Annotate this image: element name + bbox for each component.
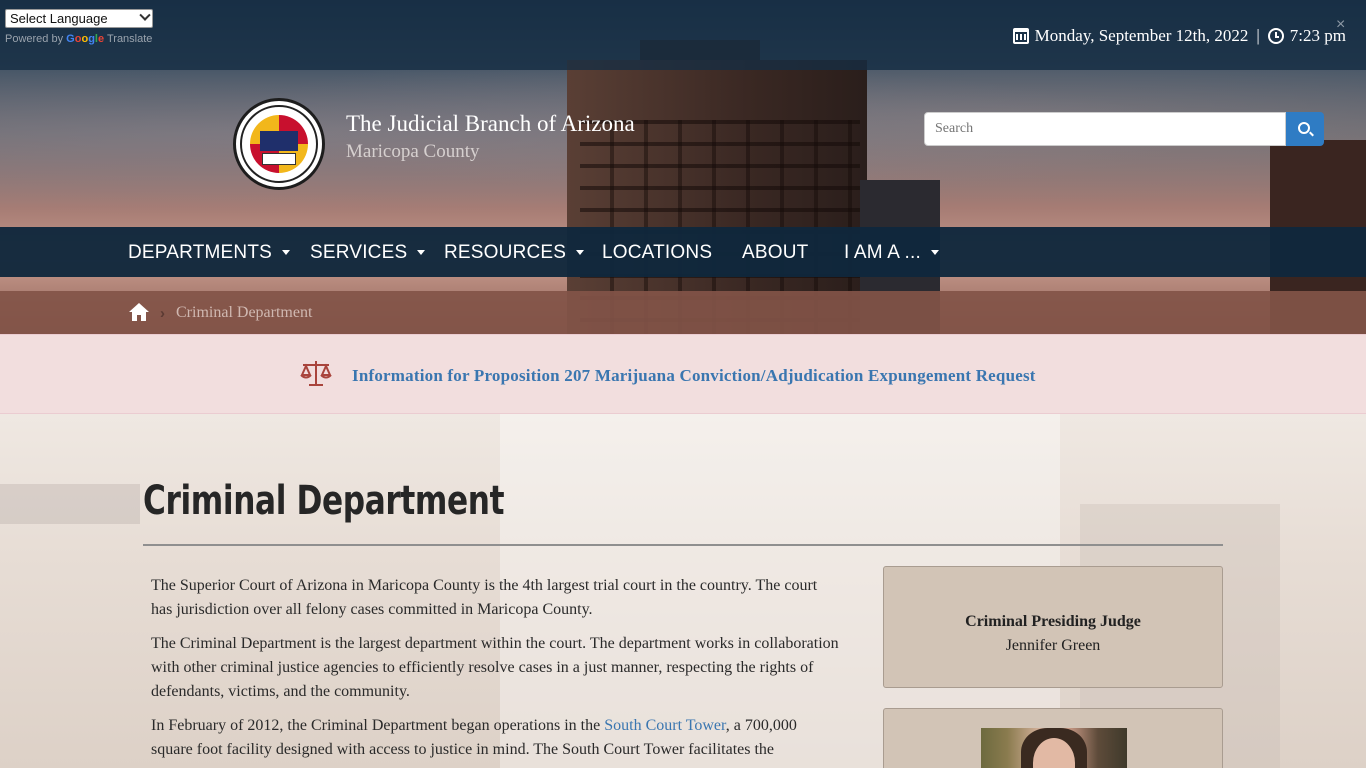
presiding-judge-card: Criminal Presiding Judge Jennifer Green [883,566,1223,688]
nav-i-am-a[interactable]: I AM A ... [844,242,939,264]
scales-icon [300,361,332,386]
breadcrumb: › Criminal Department [0,291,1366,334]
site-title[interactable]: The Judicial Branch of Arizona [346,111,635,137]
title-divider [143,544,1223,546]
caret-down-icon [282,250,291,256]
search-button[interactable] [1286,112,1324,146]
caret-down-icon [417,250,426,256]
caret-down-icon [576,250,585,256]
nav-departments[interactable]: DEPARTMENTS [128,242,291,264]
chevron-down-icon [139,9,151,21]
breadcrumb-current: Criminal Department [176,304,313,321]
judge-name: Jennifer Green [1005,637,1101,654]
nav-about[interactable]: ABOUT [742,242,808,264]
language-select[interactable]: Select Language [5,9,153,28]
current-date: Monday, September 12th, 2022 [1034,26,1249,45]
separator: | [1256,26,1260,45]
home-icon[interactable] [128,302,150,322]
nav-resources[interactable]: RESOURCES [444,242,585,264]
translate-link[interactable]: Translate [107,33,152,45]
google-logo[interactable]: Google [66,33,104,45]
judge-card-title: Criminal Presiding Judge [965,613,1141,630]
intro-paragraph-2: The Criminal Department is the largest d… [151,635,839,700]
current-time: 7:23 pm [1289,26,1346,45]
caret-down-icon [930,250,939,256]
google-translate-credit: Powered by Google Translate [5,33,153,45]
date-time-display: Monday, September 12th, 2022 | 7:23 pm [1012,26,1346,46]
site-subtitle: Maricopa County [346,141,480,162]
intro-paragraph-1: The Superior Court of Arizona in Maricop… [151,577,818,618]
search-input[interactable] [924,112,1286,146]
clock-icon [1267,28,1284,44]
page-title: Criminal Department [143,478,505,524]
search-icon [1298,122,1310,134]
judge-photo-card [883,708,1223,768]
alert-banner: Information for Proposition 207 Marijuan… [0,334,1366,414]
language-select-label: Select Language [10,11,108,26]
chevron-right-icon: › [160,305,165,322]
top-bar: Select Language Powered by Google Transl… [0,0,1366,70]
court-seal-logo[interactable] [233,98,325,190]
nav-services[interactable]: SERVICES [310,242,426,264]
nav-locations[interactable]: LOCATIONS [602,242,712,264]
intro-paragraph-3: In February of 2012, the Criminal Depart… [151,717,797,758]
main-nav: DEPARTMENTS SERVICES RESOURCES LOCATIONS… [0,227,1366,277]
south-court-tower-link[interactable]: South Court Tower [604,717,726,734]
calendar-icon [1012,28,1029,44]
judge-photo [981,728,1127,768]
prop-207-link[interactable]: Information for Proposition 207 Marijuan… [352,366,1036,386]
